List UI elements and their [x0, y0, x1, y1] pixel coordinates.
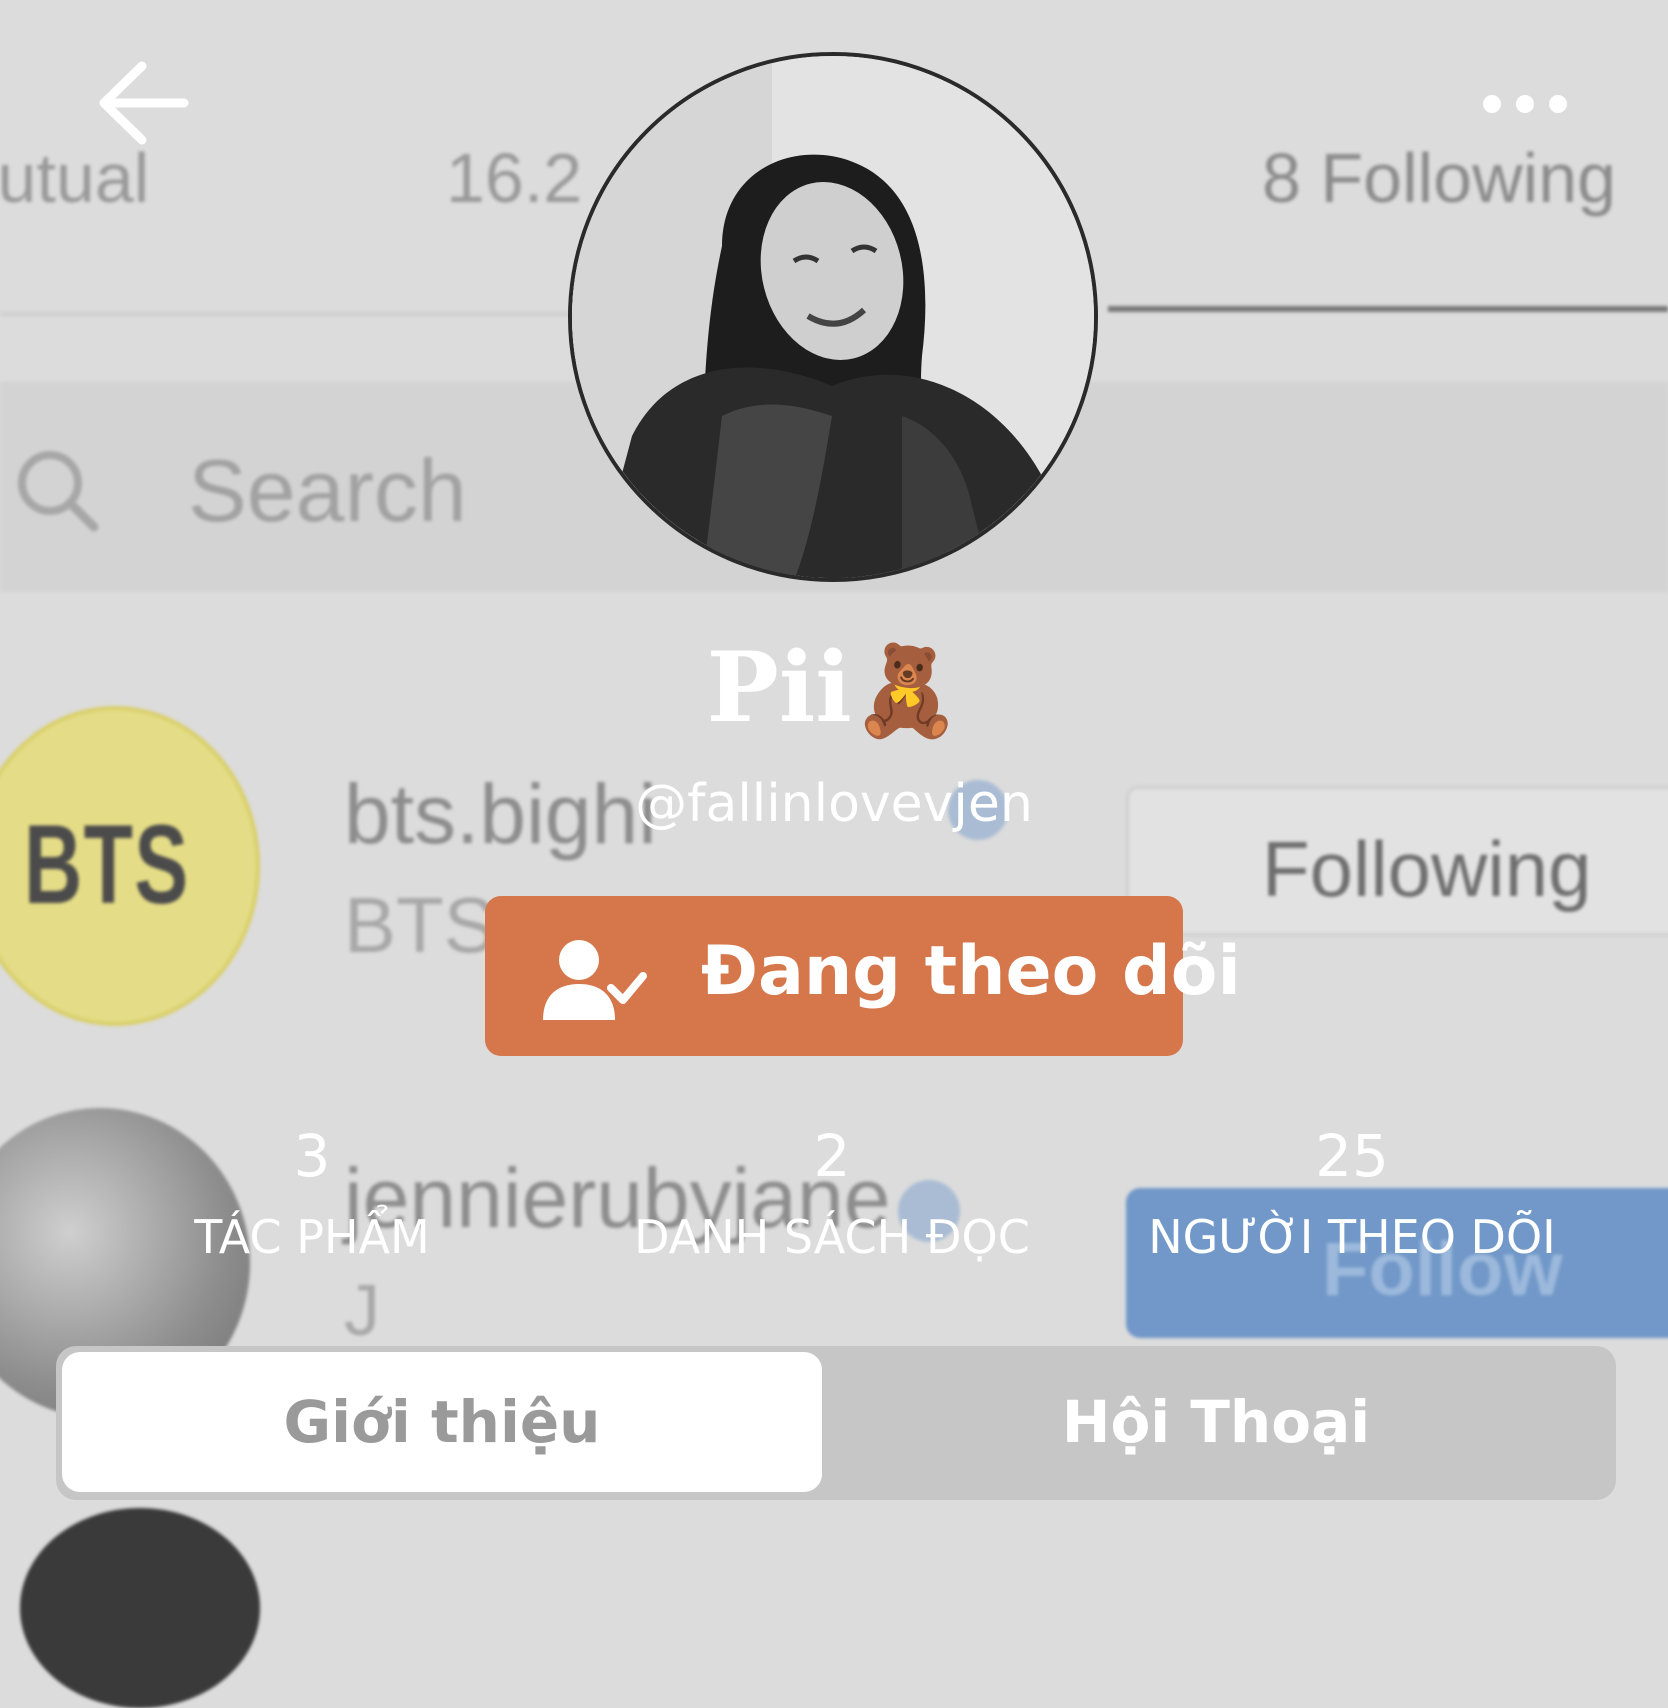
- teddy-bear-emoji: 🧸: [851, 638, 962, 742]
- profile-tab-switcher: Giới thiệu Hội Thoại: [56, 1346, 1616, 1500]
- bg-row-subtitle: J: [344, 1271, 380, 1351]
- stat-label: DANH SÁCH ĐỌC: [634, 1210, 1030, 1264]
- avatar-photo: [572, 56, 1094, 578]
- bg-row-subtitle: BTS: [344, 881, 496, 969]
- stat-label: NGƯỜI THEO DÕI: [1148, 1210, 1556, 1264]
- tab-conversations[interactable]: Hội Thoại: [822, 1352, 1610, 1492]
- stat-reading-lists[interactable]: 2 DANH SÁCH ĐỌC: [602, 1124, 1062, 1264]
- bg-tab-followers: 16.2: [446, 139, 583, 217]
- back-arrow-icon[interactable]: [94, 58, 190, 154]
- following-state-label: Đang theo dõi: [701, 932, 1241, 1011]
- tab-about[interactable]: Giới thiệu: [62, 1352, 822, 1492]
- stat-followers[interactable]: 25 NGƯỜI THEO DÕI: [1122, 1124, 1582, 1264]
- stat-value: 3: [293, 1122, 331, 1190]
- stat-works[interactable]: 3 TÁC PHẨM: [82, 1124, 542, 1264]
- bg-following-label: Following: [1262, 825, 1592, 913]
- display-name-text: Pii: [706, 631, 852, 744]
- stat-value: 2: [813, 1122, 851, 1190]
- user-check-icon: [543, 940, 647, 1020]
- more-dots-icon[interactable]: [1480, 92, 1570, 116]
- stat-value: 25: [1315, 1122, 1389, 1190]
- bg-search-placeholder: Search: [188, 441, 467, 540]
- bg-avatar: [20, 1508, 260, 1708]
- bg-tab-active-underline: [1108, 306, 1668, 312]
- profile-display-name: Pii🧸: [0, 628, 1668, 750]
- profile-avatar: [568, 52, 1098, 582]
- stat-label: TÁC PHẨM: [194, 1210, 430, 1264]
- search-icon: [18, 451, 99, 532]
- bg-tab-following: 8 Following: [1262, 139, 1617, 217]
- following-state-button[interactable]: Đang theo dõi: [485, 896, 1241, 1056]
- profile-username: @fallinlovevjen: [635, 774, 1033, 834]
- bg-tab-divider: [0, 312, 580, 316]
